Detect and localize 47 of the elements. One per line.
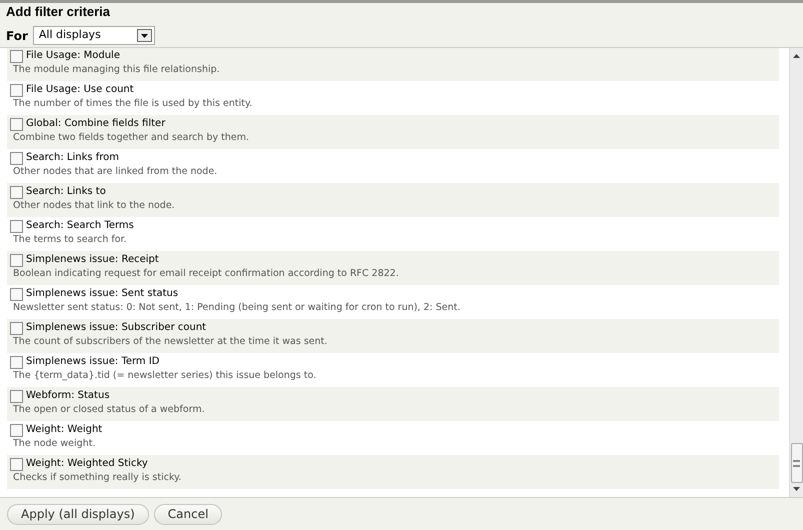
scroll-down-icon[interactable] bbox=[793, 487, 800, 491]
filter-checkbox[interactable] bbox=[10, 288, 23, 300]
filter-checkbox[interactable] bbox=[10, 84, 23, 96]
filter-description: The open or closed status of a webform. bbox=[12, 403, 206, 417]
filter-title: File Usage: Module bbox=[26, 49, 120, 63]
filter-checkbox[interactable] bbox=[10, 152, 23, 164]
filter-description: The node weight. bbox=[12, 437, 96, 451]
filter-title: Simplenews issue: Receipt bbox=[26, 253, 159, 267]
filter-checkbox[interactable] bbox=[10, 118, 23, 130]
scroll-up-icon[interactable] bbox=[793, 54, 800, 58]
filter-title: Simplenews issue: Term ID bbox=[26, 355, 160, 369]
filter-checkbox[interactable] bbox=[10, 458, 23, 470]
filter-title: Simplenews issue: Sent status bbox=[26, 287, 178, 301]
filter-description: Newsletter sent status: 0: Not sent, 1: Pending (being sent or waiting for cron to run), 2: Sent. bbox=[12, 301, 462, 315]
apply-button[interactable]: Apply (all displays) bbox=[7, 504, 149, 524]
filter-description: Boolean indicating request for email receipt confirmation according to RFC 2822. bbox=[12, 267, 400, 281]
filter-title: Weight: Weighted Sticky bbox=[26, 457, 148, 471]
filter-title: Search: Links to bbox=[26, 185, 106, 199]
filter-description: Checks if something really is sticky. bbox=[12, 471, 182, 485]
filter-checkbox[interactable] bbox=[10, 356, 23, 368]
filter-description: The count of subscribers of the newsletter at the time it was sent. bbox=[12, 335, 328, 349]
filter-checkbox[interactable] bbox=[10, 186, 23, 198]
filter-description: The number of times the file is used by this entity. bbox=[12, 97, 254, 111]
filter-description: The module managing this file relationship. bbox=[12, 63, 221, 77]
filter-title: File Usage: Use count bbox=[26, 83, 134, 97]
filter-description: The terms to search for. bbox=[12, 233, 128, 247]
filter-description: The {term_data}.tid (= newsletter series) this issue belongs to. bbox=[12, 369, 318, 383]
filter-title: Weight: Weight bbox=[26, 423, 102, 437]
display-select[interactable]: All displays bbox=[32, 26, 155, 45]
filter-checkbox[interactable] bbox=[10, 220, 23, 232]
filter-checkbox[interactable] bbox=[10, 322, 23, 334]
filter-title: Global: Combine fields filter bbox=[26, 117, 166, 131]
cancel-button[interactable]: Cancel bbox=[154, 504, 222, 524]
filter-title: Webform: Status bbox=[26, 389, 110, 403]
filter-description: Combine two fields together and search by them. bbox=[12, 131, 250, 145]
dialog-title: Add filter criteria bbox=[6, 4, 112, 20]
filter-title: Simplenews issue: Subscriber count bbox=[26, 321, 206, 335]
filter-checkbox[interactable] bbox=[10, 390, 23, 402]
filter-description: Other nodes that are linked from the node. bbox=[12, 165, 218, 179]
filter-title: Search: Links from bbox=[26, 151, 120, 165]
scroll-thumb[interactable] bbox=[790, 443, 802, 483]
filter-checkbox[interactable] bbox=[10, 424, 23, 436]
for-label: For bbox=[6, 28, 28, 44]
filter-description: Other nodes that link to the node. bbox=[12, 199, 176, 213]
filter-checkbox[interactable] bbox=[10, 254, 23, 266]
filter-checkbox[interactable] bbox=[10, 50, 23, 62]
filter-title: Search: Search Terms bbox=[26, 219, 134, 233]
